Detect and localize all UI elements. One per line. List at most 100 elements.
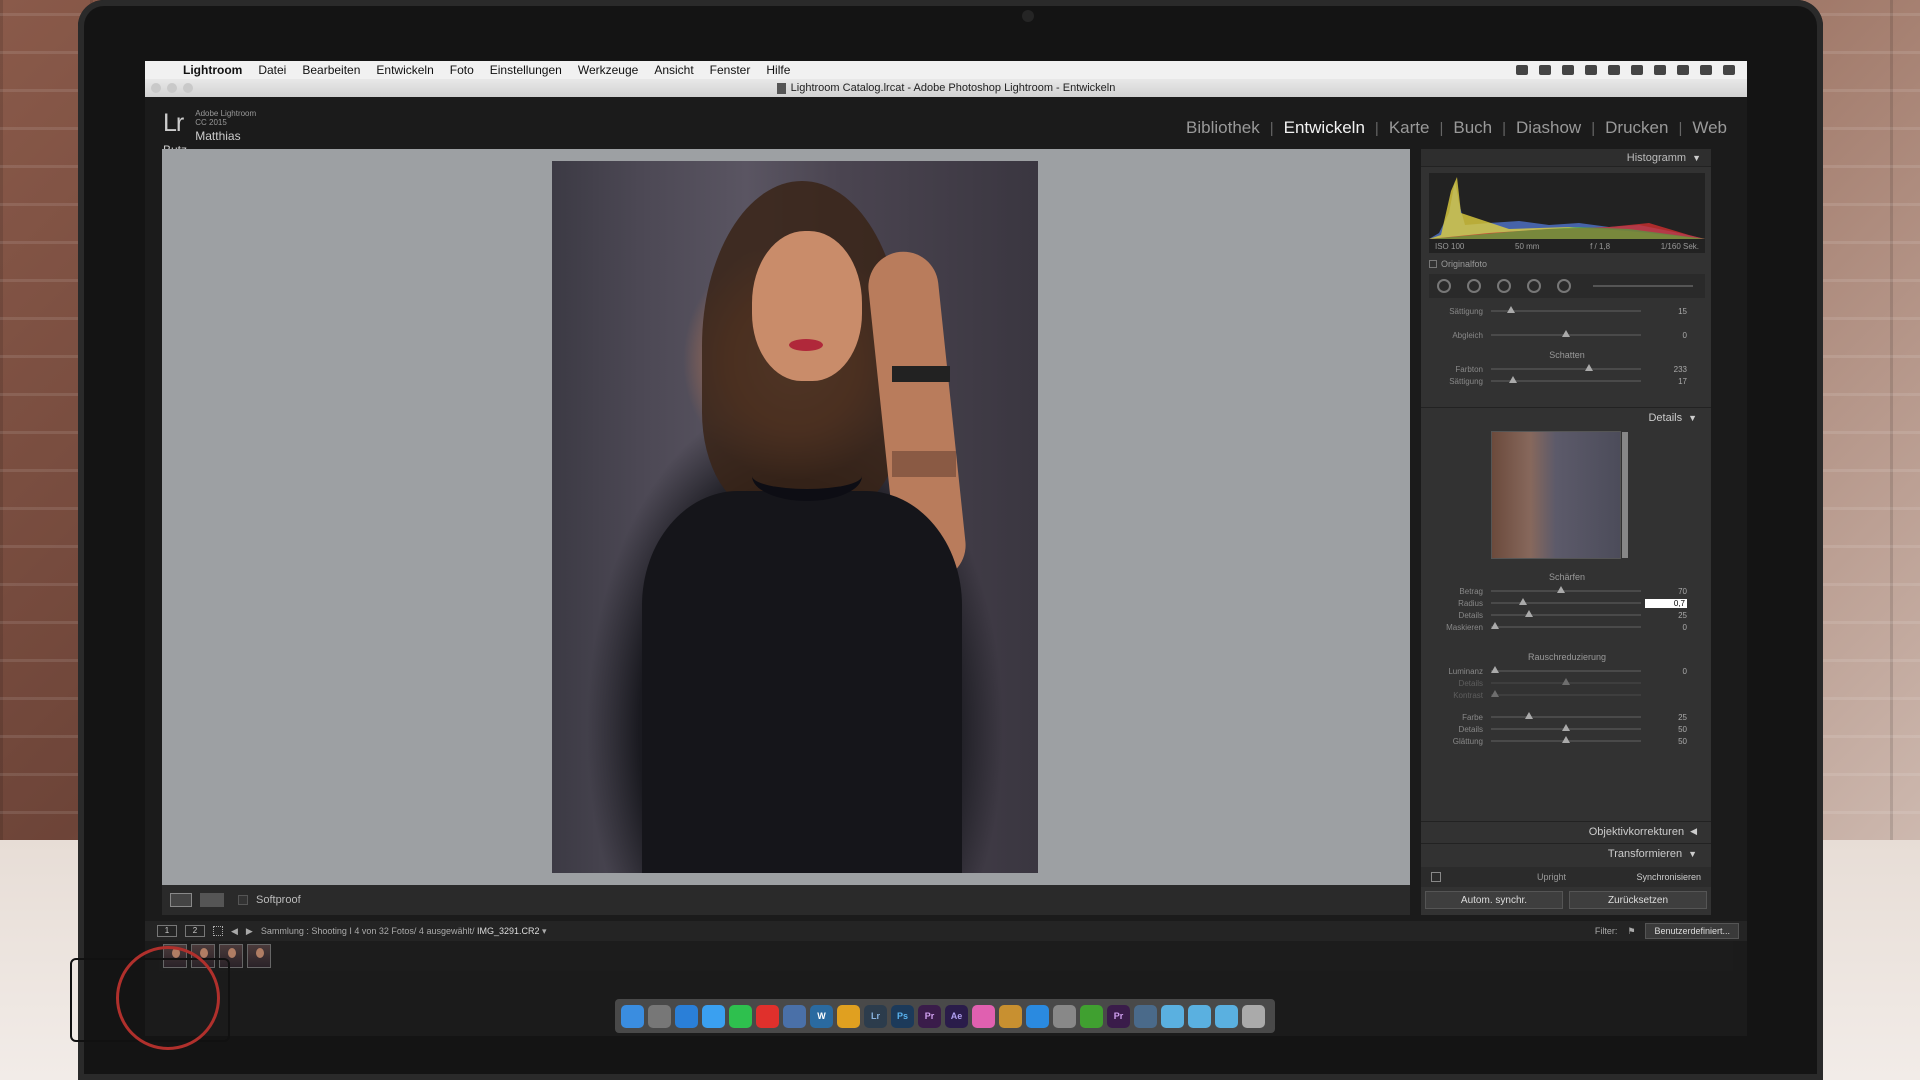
slider-track[interactable] — [1491, 736, 1641, 743]
slider-knob[interactable] — [1585, 364, 1593, 371]
slider-value[interactable]: 50 — [1641, 725, 1687, 734]
slider-knob[interactable] — [1557, 586, 1565, 593]
slider-row[interactable]: Abgleich 0 — [1429, 329, 1705, 341]
finder-icon[interactable] — [621, 1004, 644, 1028]
slider-knob[interactable] — [1525, 610, 1533, 617]
premiere2-icon[interactable]: Pr — [1107, 1004, 1130, 1028]
graduated-filter-icon[interactable] — [1527, 279, 1541, 293]
menu-entwickeln[interactable]: Entwickeln — [368, 63, 441, 77]
slider-knob[interactable] — [1562, 736, 1570, 743]
crop-tool-icon[interactable] — [1437, 279, 1451, 293]
launchpad-icon[interactable] — [648, 1004, 671, 1028]
adjustment-brush-slider[interactable] — [1593, 285, 1693, 287]
expand-triangle-icon[interactable]: ◀ — [1690, 826, 1697, 837]
clock-icon[interactable] — [1677, 65, 1689, 75]
slider-row[interactable]: Maskieren 0 — [1429, 621, 1705, 633]
menu-ansicht[interactable]: Ansicht — [646, 63, 701, 77]
dropbox-icon[interactable] — [1539, 65, 1551, 75]
collapse-triangle-icon[interactable]: ▼ — [1688, 413, 1697, 423]
battery-icon[interactable] — [1654, 65, 1666, 75]
trash-icon[interactable] — [1242, 1004, 1265, 1028]
settings-icon[interactable] — [1053, 1004, 1076, 1028]
slider-track[interactable] — [1491, 610, 1641, 617]
slider-row[interactable]: Farbe 25 — [1429, 711, 1705, 723]
cloud-icon[interactable] — [1562, 65, 1574, 75]
messages-icon[interactable] — [702, 1004, 725, 1028]
menu-datei[interactable]: Datei — [250, 63, 294, 77]
sync-label[interactable]: Synchronisieren — [1636, 872, 1711, 882]
slider-track[interactable] — [1491, 598, 1641, 605]
slider-track[interactable] — [1491, 306, 1641, 313]
camera-status-icon[interactable] — [1516, 65, 1528, 75]
menu-fenster[interactable]: Fenster — [702, 63, 759, 77]
slider-value[interactable]: 0 — [1641, 331, 1687, 340]
flag-filter-icon[interactable]: ⚑ — [1627, 926, 1635, 937]
original-photo-toggle[interactable]: Originalfoto — [1429, 259, 1487, 269]
wifi-icon[interactable] — [1631, 65, 1643, 75]
slider-row[interactable]: Luminanz 0 — [1429, 665, 1705, 677]
compare-view-button[interactable] — [200, 893, 224, 907]
slider-row[interactable]: Details 25 — [1429, 609, 1705, 621]
module-bibliothek[interactable]: Bibliothek — [1176, 118, 1270, 138]
stacks-icon[interactable] — [999, 1004, 1022, 1028]
primary-window-button[interactable]: 1 — [157, 925, 177, 937]
source-path[interactable]: Sammlung : Shooting I 4 von 32 Fotos/ 4 … — [261, 926, 547, 937]
slider-knob[interactable] — [1509, 376, 1517, 383]
itunes-icon[interactable] — [972, 1004, 995, 1028]
menu-foto[interactable]: Foto — [442, 63, 482, 77]
filter-preset-dropdown[interactable]: Benutzerdefiniert... — [1645, 923, 1739, 939]
slider-track[interactable] — [1491, 330, 1641, 337]
wordpress-icon[interactable]: W — [810, 1004, 833, 1028]
slider-row[interactable]: Farbton 233 — [1429, 363, 1705, 375]
detail-preview[interactable] — [1491, 431, 1628, 559]
loupe-view-button[interactable] — [170, 893, 192, 907]
back-arrow-icon[interactable]: ◀ — [231, 926, 238, 937]
menu-app-lightroom[interactable]: Lightroom — [175, 63, 250, 77]
slider-knob[interactable] — [1491, 622, 1499, 629]
whatsapp-icon[interactable] — [729, 1004, 752, 1028]
filmstrip-thumbnail[interactable] — [247, 944, 271, 968]
transform-header[interactable]: Transformieren ▼ — [1421, 843, 1711, 863]
module-entwickeln[interactable]: Entwickeln — [1274, 118, 1375, 138]
minimize-window-icon[interactable] — [167, 83, 177, 93]
details-header[interactable]: Details ▼ — [1421, 407, 1711, 427]
zoom-window-icon[interactable] — [183, 83, 193, 93]
collapse-triangle-icon[interactable]: ▼ — [1692, 153, 1701, 163]
softproof-checkbox[interactable] — [238, 895, 248, 905]
image-viewer[interactable] — [162, 149, 1410, 885]
premiere-icon[interactable]: Pr — [918, 1004, 941, 1028]
notification-icon[interactable] — [1723, 65, 1735, 75]
slider-knob[interactable] — [1562, 724, 1570, 731]
slider-track[interactable] — [1491, 586, 1641, 593]
slider-row[interactable]: Radius 0,7 — [1429, 597, 1705, 609]
menu-einstellungen[interactable]: Einstellungen — [482, 63, 570, 77]
lens-corrections-header[interactable]: Objektivkorrekturen ◀ — [1421, 821, 1711, 841]
leaf-icon[interactable] — [1080, 1004, 1103, 1028]
secondary-window-button[interactable]: 2 — [185, 925, 205, 937]
menu-bearbeiten[interactable]: Bearbeiten — [294, 63, 368, 77]
slider-value[interactable]: 0 — [1641, 623, 1687, 632]
lightroom-icon[interactable]: Lr — [864, 1004, 887, 1028]
slider-knob[interactable] — [1562, 330, 1570, 337]
aftereffects-icon[interactable]: Ae — [945, 1004, 968, 1028]
module-web[interactable]: Web — [1682, 118, 1737, 138]
histogram-header[interactable]: Histogramm ▼ — [1421, 149, 1711, 167]
slider-value[interactable]: 233 — [1641, 365, 1687, 374]
slider-track[interactable] — [1491, 364, 1641, 371]
slider-track[interactable] — [1491, 666, 1641, 673]
appstore-icon[interactable] — [1026, 1004, 1049, 1028]
collapse-triangle-icon[interactable]: ▼ — [1688, 849, 1697, 859]
slider-row[interactable]: Sättigung 15 — [1429, 305, 1705, 317]
original-photo-checkbox[interactable] — [1429, 260, 1437, 268]
slider-value[interactable]: 70 — [1641, 587, 1687, 596]
slider-track[interactable] — [1491, 376, 1641, 383]
radius-value-input[interactable]: 0,7 — [1645, 598, 1687, 608]
preview-icon[interactable] — [783, 1004, 806, 1028]
slider-value[interactable]: 0 — [1641, 667, 1687, 676]
folder2-icon[interactable] — [1188, 1004, 1211, 1028]
slider-track[interactable] — [1491, 724, 1641, 731]
slider-value[interactable]: 25 — [1641, 713, 1687, 722]
cc-icon[interactable] — [1585, 65, 1597, 75]
slider-track[interactable] — [1491, 622, 1641, 629]
flame-icon[interactable] — [1608, 65, 1620, 75]
